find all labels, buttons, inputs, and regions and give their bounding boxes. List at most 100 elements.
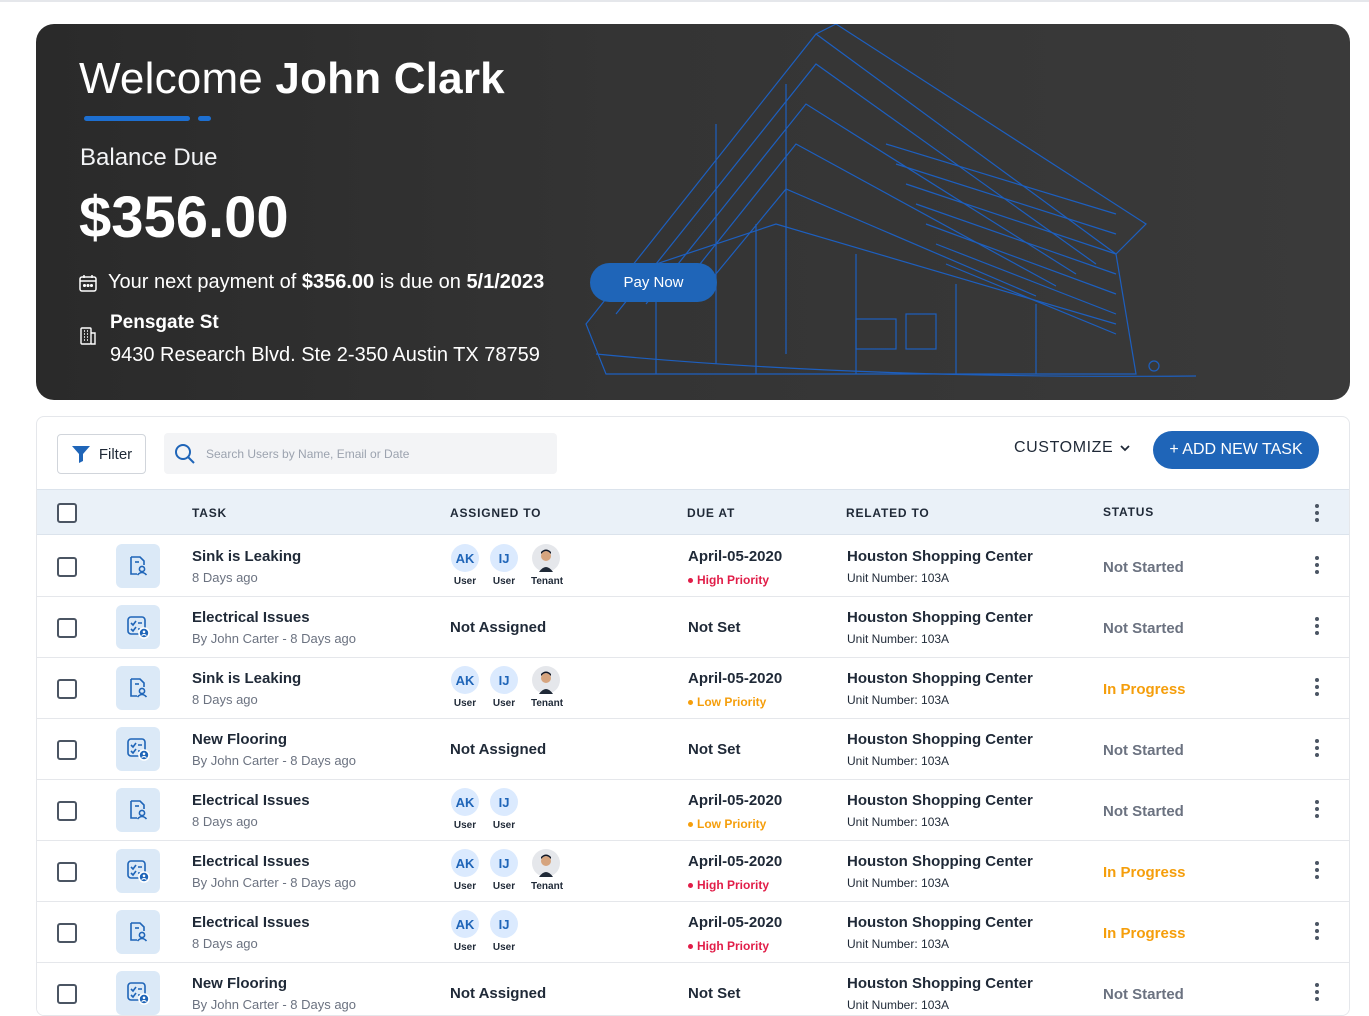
priority-dot xyxy=(688,943,693,949)
assignee-avatar[interactable]: AK User xyxy=(450,788,480,831)
assignee-avatar[interactable]: AK User xyxy=(450,849,480,892)
row-more-icon[interactable] xyxy=(1314,800,1320,818)
assignee-avatar[interactable]: Tenant xyxy=(531,544,563,587)
table-row[interactable]: New Flooring By John Carter - 8 Days ago N… xyxy=(37,963,1349,1015)
assignee-role: Tenant xyxy=(531,698,564,709)
related-property[interactable]: Houston Shopping Center xyxy=(847,975,1033,992)
task-subtitle: 8 Days ago xyxy=(192,814,258,829)
task-name[interactable]: Sink is Leaking xyxy=(192,670,301,687)
priority-badge: Low Priority xyxy=(688,817,766,831)
row-checkbox[interactable] xyxy=(57,679,77,699)
assignee-avatar[interactable]: Tenant xyxy=(531,666,564,709)
task-subtitle: By John Carter - 8 Days ago xyxy=(192,875,357,890)
assignee-avatar[interactable]: IJ User xyxy=(489,788,519,831)
row-more-icon[interactable] xyxy=(1314,617,1320,635)
document-user-icon xyxy=(116,544,160,588)
table-row[interactable]: New Flooring By John Carter - 8 Days ago N… xyxy=(37,719,1349,780)
row-checkbox[interactable] xyxy=(57,557,77,577)
related-property[interactable]: Houston Shopping Center xyxy=(847,792,1033,809)
row-more-icon[interactable] xyxy=(1314,556,1320,574)
task-subtitle: By John Carter - 8 Days ago xyxy=(192,997,357,1012)
avatar-photo xyxy=(532,666,560,694)
table-row[interactable]: Electrical Issues By John Carter - 8 Days… xyxy=(37,841,1349,902)
select-all-checkbox[interactable] xyxy=(57,503,77,523)
task-name[interactable]: New Flooring xyxy=(192,975,287,992)
avatar-initials: AK xyxy=(451,910,479,938)
unit-number: Unit Number: 103A xyxy=(847,693,950,707)
status-label: Not Started xyxy=(1103,803,1184,820)
header-assigned-to[interactable]: ASSIGNED TO xyxy=(450,506,541,520)
table-header: TASK ASSIGNED TO DUE AT RELATED TO STATU… xyxy=(37,489,1349,535)
balance-label: Balance Due xyxy=(80,144,218,171)
row-checkbox[interactable] xyxy=(57,923,77,943)
related-property[interactable]: Houston Shopping Center xyxy=(847,914,1033,931)
unit-number: Unit Number: 103A xyxy=(847,815,950,829)
table-row[interactable]: Electrical Issues 8 Days ago AK User IJ User A… xyxy=(37,902,1349,963)
assignee-avatar[interactable]: Tenant xyxy=(531,849,563,892)
task-name[interactable]: Sink is Leaking xyxy=(192,548,301,565)
header-more-icon[interactable] xyxy=(1314,504,1320,522)
filter-button[interactable]: Filter xyxy=(57,434,146,474)
assignee-role: User xyxy=(453,576,477,587)
assignee-avatar[interactable]: IJ User xyxy=(489,849,519,892)
task-name[interactable]: Electrical Issues xyxy=(192,853,310,870)
task-subtitle: 8 Days ago xyxy=(192,570,258,585)
assignee-avatar[interactable]: AK User xyxy=(450,910,480,953)
header-task[interactable]: TASK xyxy=(192,506,227,520)
top-divider xyxy=(0,0,1369,2)
table-row[interactable]: Sink is Leaking 8 Days ago AK User IJ User Ten… xyxy=(37,536,1349,597)
row-more-icon[interactable] xyxy=(1314,678,1320,696)
assignee-avatar[interactable]: AK User xyxy=(450,544,480,587)
task-subtitle: 8 Days ago xyxy=(192,936,258,951)
task-name[interactable]: Electrical Issues xyxy=(192,914,310,931)
customize-dropdown[interactable]: CUSTOMIZE xyxy=(1014,439,1131,457)
pay-now-button[interactable]: Pay Now xyxy=(590,263,717,302)
header-due-at[interactable]: DUE AT xyxy=(687,506,735,520)
table-row[interactable]: Electrical Issues 8 Days ago AK User IJ User A… xyxy=(37,780,1349,841)
building-illustration xyxy=(585,24,1197,377)
add-new-task-button[interactable]: + ADD NEW TASK xyxy=(1153,431,1319,469)
customize-label: CUSTOMIZE xyxy=(1014,439,1114,456)
filter-label: Filter xyxy=(98,445,133,463)
assignee-avatar[interactable]: IJ User xyxy=(489,910,519,953)
row-checkbox[interactable] xyxy=(57,618,77,638)
table-row[interactable]: Electrical Issues By John Carter - 8 Days… xyxy=(37,597,1349,658)
row-checkbox[interactable] xyxy=(57,984,77,1004)
task-subtitle: 8 Days ago xyxy=(192,692,258,707)
assignee-avatar[interactable]: AK User xyxy=(450,666,480,709)
related-property[interactable]: Houston Shopping Center xyxy=(847,670,1033,687)
header-related-to[interactable]: RELATED TO xyxy=(846,506,930,520)
unit-number: Unit Number: 103A xyxy=(847,998,950,1012)
related-property[interactable]: Houston Shopping Center xyxy=(847,731,1033,748)
related-property[interactable]: Houston Shopping Center xyxy=(847,548,1033,565)
priority-dot xyxy=(688,821,693,827)
not-assigned-label: Not Assigned xyxy=(450,985,547,1002)
status-label: In Progress xyxy=(1103,681,1186,698)
related-property[interactable]: Houston Shopping Center xyxy=(847,609,1033,626)
search-input[interactable] xyxy=(206,446,546,461)
row-more-icon[interactable] xyxy=(1314,739,1320,757)
property-address-block: Pensgate St 9430 Research Blvd. Ste 2-35… xyxy=(78,312,540,367)
avatar-initials: AK xyxy=(451,666,479,694)
table-row[interactable]: Sink is Leaking 8 Days ago AK User IJ User Ten… xyxy=(37,658,1349,719)
task-name[interactable]: Electrical Issues xyxy=(192,609,310,626)
checklist-user-icon xyxy=(116,971,160,1015)
avatar-initials: AK xyxy=(451,849,479,877)
row-checkbox[interactable] xyxy=(57,862,77,882)
row-checkbox[interactable] xyxy=(57,740,77,760)
row-more-icon[interactable] xyxy=(1314,922,1320,940)
related-property[interactable]: Houston Shopping Center xyxy=(847,853,1033,870)
task-name[interactable]: Electrical Issues xyxy=(192,792,310,809)
assignee-avatar[interactable]: IJ User xyxy=(489,544,519,587)
row-more-icon[interactable] xyxy=(1314,861,1320,879)
task-name[interactable]: New Flooring xyxy=(192,731,287,748)
header-status[interactable]: STATUS xyxy=(1103,505,1154,519)
assignee-role: User xyxy=(492,942,516,953)
row-checkbox[interactable] xyxy=(57,801,77,821)
property-address: 9430 Research Blvd. Ste 2-350 Austin TX … xyxy=(110,344,540,366)
assignee-avatar[interactable]: IJ User xyxy=(489,666,519,709)
welcome-banner: Welcome John Clark Balance Due $356.00 Y… xyxy=(36,24,1350,400)
priority-label: High Priority xyxy=(697,573,770,587)
row-more-icon[interactable] xyxy=(1314,983,1320,1001)
avatar-photo xyxy=(532,544,560,572)
